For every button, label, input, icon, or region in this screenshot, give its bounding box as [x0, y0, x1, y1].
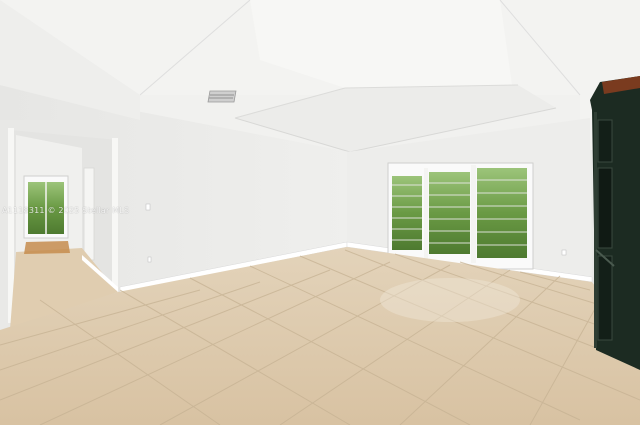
window-bank	[387, 162, 534, 270]
window-pane	[429, 172, 470, 254]
ceiling-vent	[207, 90, 237, 103]
room-photo: A1118311 © 2025 Stellar MLS	[0, 0, 640, 425]
wall-outlet	[147, 256, 152, 263]
watermark-text: A1118311 © 2025 Stellar MLS	[2, 206, 130, 215]
built-in-cabinet	[590, 76, 640, 370]
window-pane	[392, 176, 422, 250]
wall-switch	[145, 203, 151, 211]
wall-outlet	[561, 249, 567, 256]
